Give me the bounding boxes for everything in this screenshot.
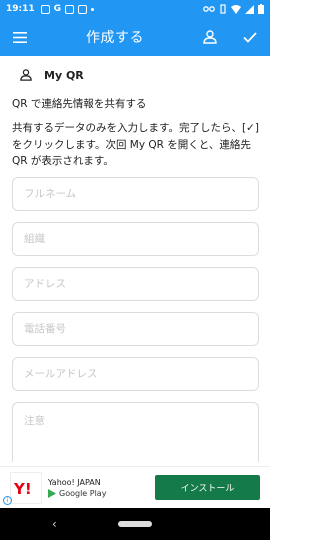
page-title: 作成する	[86, 30, 144, 46]
install-button[interactable]: インストール	[155, 475, 260, 500]
photo-notification-icon	[65, 4, 75, 14]
organization-field[interactable]: 組織	[12, 221, 259, 256]
system-nav-bar: ‹	[0, 508, 270, 540]
menu-button[interactable]	[0, 18, 40, 56]
system-icons	[203, 4, 264, 14]
description-heading: QR で連絡先情報を共有する	[12, 98, 147, 110]
profile-button[interactable]	[190, 18, 230, 56]
home-pill[interactable]	[118, 521, 152, 527]
ad-info-icon[interactable]: i	[3, 496, 12, 505]
wifi-icon	[231, 4, 241, 14]
back-icon[interactable]: ‹	[52, 517, 57, 531]
save-button[interactable]	[230, 18, 270, 56]
ad-banner[interactable]: Y! Yahoo! JAPAN Google Play インストール i	[0, 466, 270, 508]
app-bar: 作成する	[0, 18, 270, 56]
yahoo-logo: Y!	[10, 471, 42, 504]
checkmark-icon	[243, 31, 257, 43]
battery-icon	[258, 4, 264, 14]
section-header: My QR	[12, 56, 258, 94]
ad-text: Yahoo! JAPAN Google Play	[48, 477, 106, 499]
status-bar: 19:11 G	[0, 0, 270, 18]
ad-brand: Yahoo! JAPAN	[48, 477, 101, 487]
email-field[interactable]: メールアドレス	[12, 356, 259, 391]
ad-store: Google Play	[48, 488, 106, 499]
main-content: My QR QR で連絡先情報を共有する 共有するデータのみを入力します。完了し…	[0, 56, 270, 466]
gallery-notification-icon	[40, 4, 50, 14]
vibrate-icon	[220, 4, 226, 14]
phone-field[interactable]: 電話番号	[12, 311, 259, 346]
link-icon	[203, 6, 215, 12]
app-notification-icon	[78, 4, 88, 14]
section-label: My QR	[44, 68, 84, 82]
person-icon	[20, 69, 32, 81]
signal-icon	[245, 4, 254, 14]
svg-text:Y!: Y!	[13, 480, 32, 498]
full-name-field[interactable]: フルネーム	[12, 176, 259, 211]
memo-field[interactable]: 注意	[12, 401, 259, 462]
yahoo-logo-icon: Y!	[13, 480, 32, 498]
more-notifications-icon	[91, 7, 95, 11]
hamburger-menu-icon	[13, 31, 27, 43]
address-field[interactable]: アドレス	[12, 266, 259, 301]
ad-store-label: Google Play	[59, 488, 107, 498]
google-play-icon	[48, 488, 56, 498]
status-time: 19:11	[6, 4, 35, 14]
google-notification-icon: G	[53, 4, 62, 14]
person-icon	[203, 30, 217, 44]
description-text: 共有するデータのみを入力します。完了したら、[✓]をクリックします。次回 My …	[12, 122, 259, 167]
notification-icons: G	[40, 4, 95, 14]
